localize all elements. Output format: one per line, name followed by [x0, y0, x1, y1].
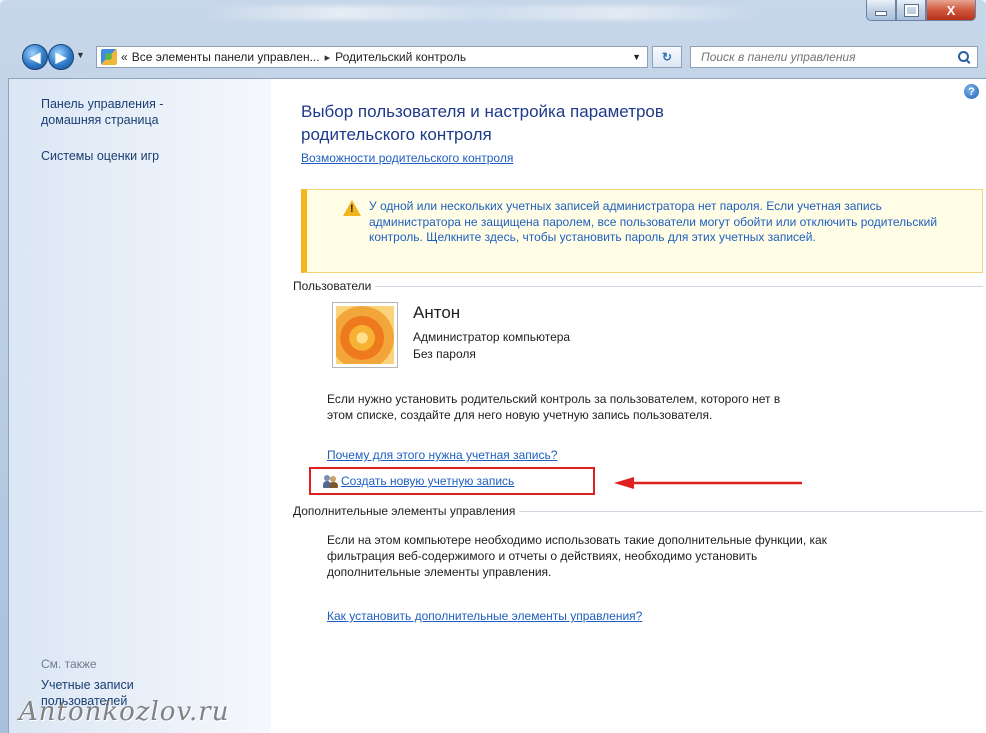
new-user-description: Если нужно установить родительский контр…	[327, 392, 781, 422]
close-button[interactable]: X	[926, 0, 976, 21]
forward-button[interactable]: ▶	[48, 44, 74, 70]
search-input[interactable]	[699, 49, 957, 65]
breadcrumb-separator-icon[interactable]: ▸	[325, 51, 331, 64]
additional-controls-label: Дополнительные элементы управления	[293, 504, 516, 518]
main-pane: ? Выбор пользователя и настройка парамет…	[271, 79, 986, 733]
refresh-button[interactable]: ↻	[652, 46, 682, 68]
minimize-button[interactable]	[866, 0, 896, 21]
page-title: Выбор пользователя и настройка параметро…	[301, 102, 664, 144]
left-task-pane: Панель управления - домашняя страница Си…	[9, 79, 271, 733]
address-bar[interactable]: « Все элементы панели управлен... ▸ Роди…	[96, 46, 648, 68]
window-title-blurred	[200, 6, 760, 20]
red-arrow-icon	[614, 477, 802, 489]
users-section-header: Пользователи	[293, 279, 983, 293]
why-account-needed-link[interactable]: Почему для этого нужна учетная запись?	[327, 448, 557, 462]
admin-password-warning[interactable]: ! У одной или нескольких учетных записей…	[301, 189, 983, 273]
close-icon: X	[946, 2, 956, 18]
create-account-link[interactable]: Создать новую учетную запись	[323, 474, 514, 488]
maximize-button[interactable]	[896, 0, 926, 21]
maximize-icon	[903, 3, 919, 17]
user-tile-anton[interactable]	[331, 301, 407, 368]
section-divider	[375, 285, 983, 287]
content-area: Панель управления - домашняя страница Си…	[8, 78, 986, 733]
back-button[interactable]: ◀	[22, 44, 48, 70]
recent-pages-dropdown-icon[interactable]: ▼	[76, 50, 85, 60]
refresh-icon: ↻	[661, 50, 673, 64]
navigation-bar: ◀ ▶ ▼ « Все элементы панели управлен... …	[0, 40, 986, 74]
section-divider	[519, 510, 983, 512]
additional-controls-header: Дополнительные элементы управления	[293, 504, 983, 518]
user-name[interactable]: Антон	[413, 303, 460, 323]
control-panel-icon	[101, 49, 117, 65]
warning-icon: !	[343, 200, 361, 216]
search-icon[interactable]	[957, 50, 971, 64]
minimize-icon	[875, 11, 887, 16]
title-bar[interactable]: X	[0, 0, 986, 36]
additional-controls-description: Если на этом компьютере необходимо испол…	[327, 533, 827, 579]
control-panel-home-link[interactable]: Панель управления - домашняя страница	[41, 96, 221, 128]
caption-buttons: X	[866, 0, 976, 21]
forward-arrow-icon: ▶	[55, 48, 67, 65]
breadcrumb-all-items[interactable]: Все элементы панели управлен...	[132, 50, 320, 64]
parental-controls-features-link[interactable]: Возможности родительского контроля	[301, 151, 513, 165]
users-icon	[323, 474, 339, 488]
user-avatar-flower-icon[interactable]	[332, 302, 398, 368]
user-password-status: Без пароля	[413, 347, 476, 361]
back-arrow-icon: ◀	[29, 48, 41, 65]
breadcrumb-overflow[interactable]: «	[121, 50, 128, 64]
help-icon[interactable]: ?	[964, 84, 979, 99]
see-also-label: См. также	[41, 657, 97, 671]
game-ratings-link[interactable]: Системы оценки игр	[41, 148, 159, 164]
address-dropdown-icon[interactable]: ▼	[632, 52, 641, 62]
watermark: Antonkozlov.ru	[19, 697, 230, 727]
search-box[interactable]	[690, 46, 978, 68]
breadcrumb-parental-controls[interactable]: Родительский контроль	[335, 50, 466, 64]
create-account-label[interactable]: Создать новую учетную запись	[341, 474, 514, 488]
control-panel-window: X ◀ ▶ ▼ « Все элементы панели управлен..…	[0, 0, 986, 733]
users-section-label: Пользователи	[293, 279, 372, 293]
warning-text[interactable]: У одной или нескольких учетных записей а…	[369, 199, 969, 246]
install-additional-controls-link[interactable]: Как установить дополнительные элементы у…	[327, 609, 642, 623]
user-role: Администратор компьютера	[413, 330, 571, 344]
